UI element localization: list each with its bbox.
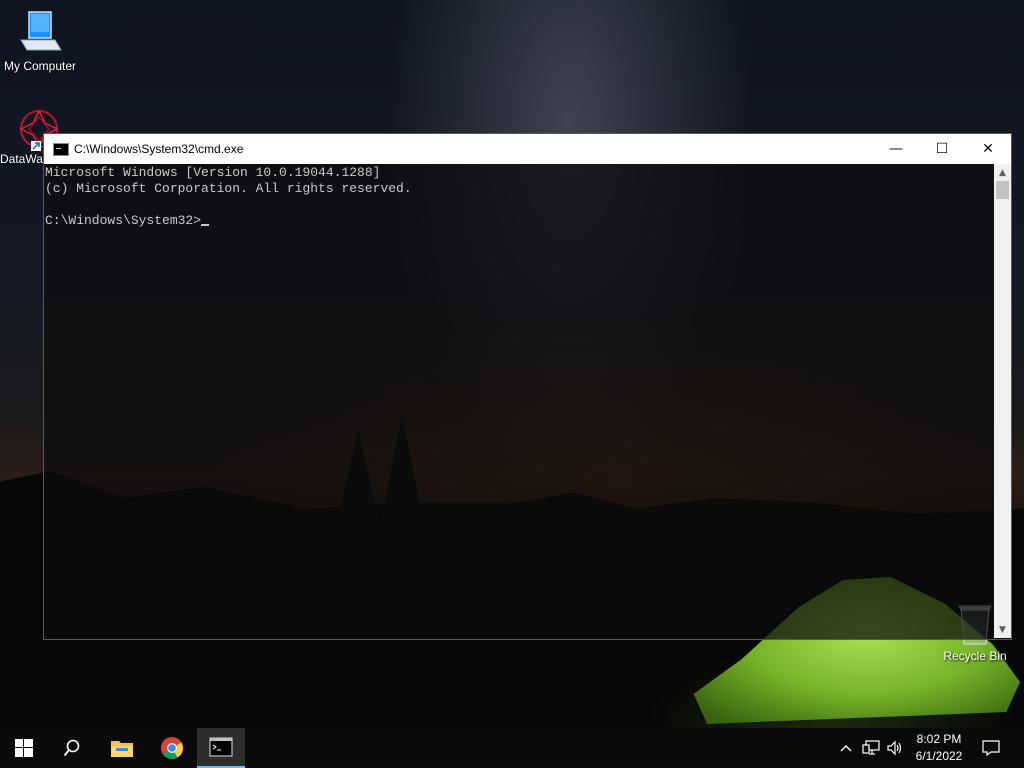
console-line: Microsoft Windows [Version 10.0.19044.12… [45,165,381,180]
network-icon[interactable] [860,738,882,758]
cmd-icon [209,737,233,757]
minimize-button[interactable]: — [873,134,919,164]
close-button[interactable]: ✕ [965,134,1011,164]
file-explorer-button[interactable] [98,728,146,768]
desktop-icon-label: Recycle Bin [943,649,1007,663]
taskbar-clock[interactable]: 8:02 PM 6/1/2022 [908,731,970,765]
command-prompt-taskbar-button[interactable] [197,728,245,768]
console-prompt-line: C:\Windows\System32> [45,213,992,229]
windows-logo-icon [15,739,33,757]
console-line: (c) Microsoft Corporation. All rights re… [45,181,412,196]
notification-icon[interactable] [980,738,1002,758]
search-icon [63,739,80,757]
clock-time: 8:02 PM [916,732,962,746]
console-prompt: C:\Windows\System32> [45,213,202,228]
chrome-button[interactable] [148,728,196,768]
vertical-scrollbar[interactable]: ▲ ▼ [994,164,1011,638]
text-cursor [201,224,210,226]
desktop-icon-label: My Computer [3,59,77,73]
maximize-button[interactable]: ☐ [919,134,965,164]
window-titlebar[interactable]: C:\Windows\System32\cmd.exe — ☐ ✕ [44,134,1011,164]
scroll-up-arrow-icon[interactable]: ▲ [994,164,1011,181]
desktop-icon-my-computer[interactable]: My Computer [0,10,80,73]
scroll-down-arrow-icon[interactable]: ▼ [994,621,1011,638]
folder-icon [111,741,133,757]
chrome-icon [161,737,183,759]
console-output[interactable]: Microsoft Windows [Version 10.0.19044.12… [45,164,992,639]
start-button[interactable] [0,728,48,768]
search-button[interactable] [48,728,96,768]
cmd-app-icon [53,143,69,156]
window-title: C:\Windows\System32\cmd.exe [74,142,244,156]
computer-icon [20,11,62,51]
taskbar: 8:02 PM 6/1/2022 [0,728,1024,768]
scroll-thumb[interactable] [996,181,1009,199]
volume-icon[interactable] [884,738,906,758]
cmd-window[interactable]: C:\Windows\System32\cmd.exe — ☐ ✕ Micros… [43,133,1012,640]
clock-date: 6/1/2022 [915,749,963,763]
chevron-up-icon[interactable] [838,738,854,758]
